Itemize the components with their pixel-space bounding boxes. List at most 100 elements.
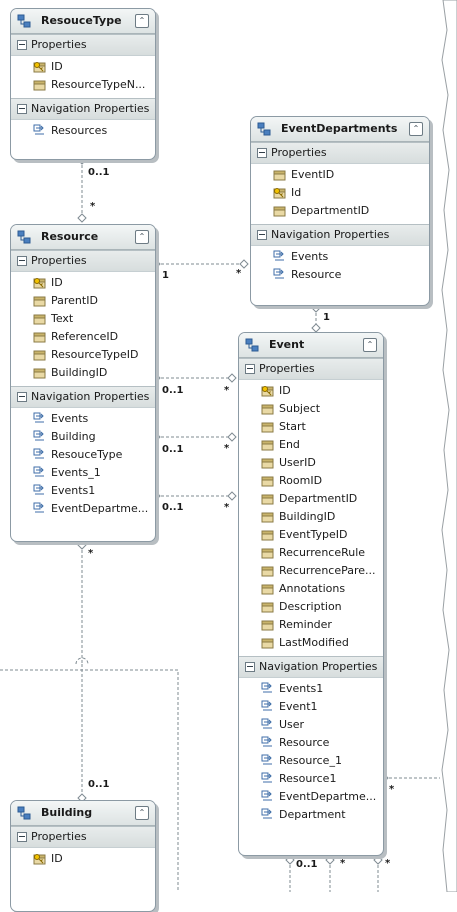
navigation-name: Resource1 [279, 772, 337, 785]
collapse-section-icon[interactable] [17, 40, 27, 50]
collapse-button[interactable]: ⌃ [135, 806, 149, 820]
entity-resource[interactable]: Resource ⌃ Properties ID ParentID Text Referen… [10, 224, 156, 542]
property-name: Text [51, 312, 74, 325]
collapse-section-icon[interactable] [17, 256, 27, 266]
entity-event[interactable]: Event ⌃ Properties ID Subject Start End UserID R… [238, 332, 384, 856]
navigation-row[interactable]: User [239, 716, 383, 734]
property-row[interactable]: Id [251, 184, 429, 202]
navigation-row[interactable]: EventDepartme... [239, 788, 383, 806]
navigation-row[interactable]: Building [11, 428, 155, 446]
property-row[interactable]: RoomID [239, 472, 383, 490]
collapse-button[interactable]: ⌃ [409, 122, 423, 136]
property-row[interactable]: ResourceTypeID [11, 346, 155, 364]
property-row[interactable]: UserID [239, 454, 383, 472]
navigation-row[interactable]: Resource1 [239, 770, 383, 788]
property-row[interactable]: Annotations [239, 580, 383, 598]
key-property-icon [261, 384, 274, 397]
multiplicity-label: 0..1 [88, 779, 110, 790]
property-row[interactable]: Reminder [239, 616, 383, 634]
property-row[interactable]: RecurrencePare... [239, 562, 383, 580]
collapse-section-icon[interactable] [245, 662, 255, 672]
navigation-row[interactable]: Resource_1 [239, 752, 383, 770]
collapse-button[interactable]: ⌃ [363, 338, 377, 352]
navigation-row[interactable]: Department [239, 806, 383, 824]
entity-building[interactable]: Building ⌃ Properties ID [10, 800, 156, 912]
property-row[interactable]: ResourceTypeN... [11, 76, 155, 94]
property-row[interactable]: EventID [251, 166, 429, 184]
properties-section-header[interactable]: Properties [11, 34, 155, 56]
properties-section-header[interactable]: Properties [251, 142, 429, 164]
property-row[interactable]: ID [11, 274, 155, 292]
navigation-row[interactable]: ResouceType [11, 446, 155, 464]
entity-title: Building [41, 806, 93, 819]
collapse-button[interactable]: ⌃ [135, 230, 149, 244]
entity-eventdepartments[interactable]: EventDepartments ⌃ Properties EventID Id Depa… [250, 116, 430, 306]
property-row[interactable]: DepartmentID [239, 490, 383, 508]
navigation-row[interactable]: EventDepartme... [11, 500, 155, 518]
property-icon [261, 636, 274, 649]
collapse-section-icon[interactable] [17, 832, 27, 842]
property-name: RecurrenceRule [279, 546, 366, 559]
property-row[interactable]: Text [11, 310, 155, 328]
section-title: Properties [31, 38, 87, 51]
property-row[interactable]: End [239, 436, 383, 454]
collapse-button[interactable]: ⌃ [135, 14, 149, 28]
navigation-property-icon [33, 124, 46, 137]
property-name: ResourceTypeN... [51, 78, 146, 91]
property-row[interactable]: EventTypeID [239, 526, 383, 544]
navigation-row[interactable]: Resource [239, 734, 383, 752]
property-icon [33, 348, 46, 361]
navigation-section-header[interactable]: Navigation Properties [251, 224, 429, 246]
property-row[interactable]: ID [239, 382, 383, 400]
entity-header[interactable]: ResouceType ⌃ [11, 9, 155, 34]
collapse-section-icon[interactable] [17, 104, 27, 114]
navigation-row[interactable]: Events [11, 410, 155, 428]
navigation-section-header[interactable]: Navigation Properties [11, 98, 155, 120]
properties-section-header[interactable]: Properties [239, 358, 383, 380]
property-row[interactable]: RecurrenceRule [239, 544, 383, 562]
properties-section-header[interactable]: Properties [11, 250, 155, 272]
navigation-name: Events [291, 250, 329, 263]
property-row[interactable]: Subject [239, 400, 383, 418]
navigation-row[interactable]: Events1 [239, 680, 383, 698]
entity-resoucetype[interactable]: ResouceType ⌃ Properties ID ResourceTypeN...… [10, 8, 156, 160]
multiplicity-label: 0..1 [162, 444, 184, 455]
properties-section-header[interactable]: Properties [11, 826, 155, 848]
entity-title: Event [269, 338, 305, 351]
multiplicity-label: * [389, 784, 395, 795]
entity-header[interactable]: Event ⌃ [239, 333, 383, 358]
property-row[interactable]: Description [239, 598, 383, 616]
collapse-section-icon[interactable] [257, 148, 267, 158]
property-row[interactable]: BuildingID [11, 364, 155, 382]
navigation-row[interactable]: Event1 [239, 698, 383, 716]
collapse-section-icon[interactable] [17, 392, 27, 402]
entity-header[interactable]: EventDepartments ⌃ [251, 117, 429, 142]
property-row[interactable]: DepartmentID [251, 202, 429, 220]
entity-header[interactable]: Building ⌃ [11, 801, 155, 826]
property-row[interactable]: LastModified [239, 634, 383, 652]
entity-header[interactable]: Resource ⌃ [11, 225, 155, 250]
property-row[interactable]: Start [239, 418, 383, 436]
property-name: DepartmentID [279, 492, 358, 505]
navigation-row[interactable]: Resources [11, 122, 155, 140]
entity-title: ResouceType [41, 14, 122, 27]
navigation-section-header[interactable]: Navigation Properties [239, 656, 383, 678]
navigation-row[interactable]: Resource [251, 266, 429, 284]
entity-icon [17, 230, 31, 244]
property-row[interactable]: ReferenceID [11, 328, 155, 346]
collapse-section-icon[interactable] [257, 230, 267, 240]
navigation-section-header[interactable]: Navigation Properties [11, 386, 155, 408]
navigation-row[interactable]: Events1 [11, 482, 155, 500]
navigation-row[interactable]: Events [251, 248, 429, 266]
property-row[interactable]: BuildingID [239, 508, 383, 526]
property-row[interactable]: ParentID [11, 292, 155, 310]
property-icon [261, 402, 274, 415]
navigation-row[interactable]: Events_1 [11, 464, 155, 482]
property-row[interactable]: ID [11, 850, 155, 868]
collapse-section-icon[interactable] [245, 364, 255, 374]
property-icon [261, 510, 274, 523]
property-row[interactable]: ID [11, 58, 155, 76]
navigation-name: ResouceType [51, 448, 123, 461]
navigation-property-icon [261, 754, 274, 767]
property-name: Subject [279, 402, 321, 415]
